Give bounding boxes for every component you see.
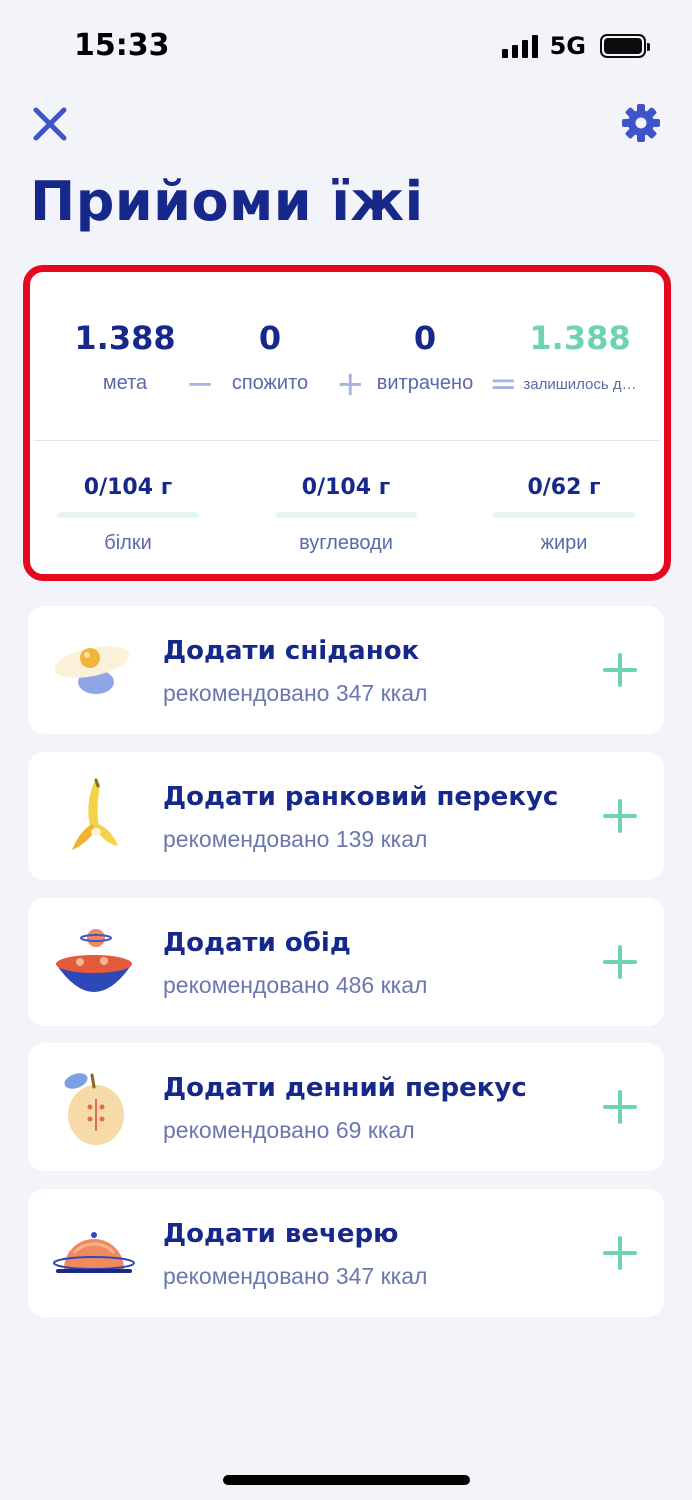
consumed-stat: 0 спожито	[215, 316, 325, 395]
plus-operator: +	[336, 364, 365, 404]
macro-progress-bar	[493, 512, 635, 518]
macro-progress-bar	[57, 512, 199, 518]
macro-label: жири	[540, 532, 588, 554]
network-type: 5G	[549, 32, 586, 60]
macro-value: 0/62 г	[527, 475, 601, 500]
macro-fat: 0/62 г жири	[493, 474, 635, 555]
plus-icon[interactable]	[602, 1089, 638, 1125]
remaining-value: 1.388	[529, 319, 631, 357]
meal-card-lunch[interactable]: Додати обід рекомендовано 486 ккал	[28, 898, 664, 1026]
status-time: 15:33	[74, 28, 170, 63]
close-button[interactable]	[30, 104, 70, 144]
calorie-equation: 1.388 мета − 0 спожито + 0 витрачено = 1…	[30, 316, 664, 416]
meal-card-dinner[interactable]: Додати вечерю рекомендовано 347 ккал	[28, 1189, 664, 1317]
macro-value: 0/104 г	[83, 475, 173, 500]
consumed-value: 0	[258, 319, 282, 357]
burned-value: 0	[413, 319, 437, 357]
equals-operator: =	[489, 364, 518, 404]
meal-title: Додати сніданок	[163, 636, 420, 666]
meal-title: Додати денний перекус	[163, 1073, 527, 1103]
meal-recommendation: рекомендовано 139 ккал	[163, 826, 428, 852]
home-indicator[interactable]	[223, 1475, 470, 1485]
cloche-icon	[53, 1232, 135, 1273]
goal-stat: 1.388 мета	[60, 316, 190, 395]
remaining-label: залишилось д…	[523, 376, 637, 393]
battery-icon	[600, 34, 650, 58]
close-icon	[33, 107, 67, 141]
status-indicators: 5G	[501, 32, 650, 60]
calorie-summary-card: 1.388 мета − 0 спожито + 0 витрачено = 1…	[23, 265, 671, 581]
plus-icon[interactable]	[602, 652, 638, 688]
burned-label: витрачено	[376, 372, 474, 394]
macro-label: білки	[104, 532, 152, 554]
signal-icon	[501, 34, 538, 58]
macro-label: вуглеводи	[299, 532, 393, 554]
divider	[34, 440, 660, 441]
remaining-stat: 1.388 залишилось д…	[518, 316, 642, 393]
page-title: Прийоми їжі	[30, 170, 424, 233]
status-bar: 15:33 5G	[0, 0, 692, 90]
burned-stat: 0 витрачено	[365, 316, 485, 395]
fried-egg-icon	[54, 646, 130, 694]
meal-card-morning-snack[interactable]: Додати ранковий перекус рекомендовано 13…	[28, 752, 664, 880]
meal-recommendation: рекомендовано 347 ккал	[163, 680, 428, 706]
meal-recommendation: рекомендовано 69 ккал	[163, 1117, 415, 1143]
consumed-label: спожито	[231, 372, 309, 394]
goal-value: 1.388	[74, 319, 176, 357]
macro-value: 0/104 г	[301, 475, 391, 500]
meal-title: Додати ранковий перекус	[163, 782, 559, 812]
bowl-icon	[56, 929, 132, 992]
minus-operator: −	[186, 364, 215, 404]
meal-recommendation: рекомендовано 486 ккал	[163, 972, 428, 998]
meal-title: Додати вечерю	[163, 1219, 399, 1249]
banana-icon	[72, 778, 118, 850]
gear-icon	[622, 104, 660, 142]
apple-icon	[64, 1073, 124, 1145]
meal-card-afternoon-snack[interactable]: Додати денний перекус рекомендовано 69 к…	[28, 1043, 664, 1171]
plus-icon[interactable]	[602, 798, 638, 834]
meal-card-breakfast[interactable]: Додати сніданок рекомендовано 347 ккал	[28, 606, 664, 734]
plus-icon[interactable]	[602, 944, 638, 980]
goal-label: мета	[102, 372, 148, 394]
meal-recommendation: рекомендовано 347 ккал	[163, 1263, 428, 1289]
settings-button[interactable]	[620, 102, 662, 144]
macro-protein: 0/104 г білки	[57, 474, 199, 555]
meal-title: Додати обід	[163, 928, 351, 958]
macro-progress-bar	[275, 512, 417, 518]
plus-icon[interactable]	[602, 1235, 638, 1271]
macro-carbs: 0/104 г вуглеводи	[275, 474, 417, 555]
